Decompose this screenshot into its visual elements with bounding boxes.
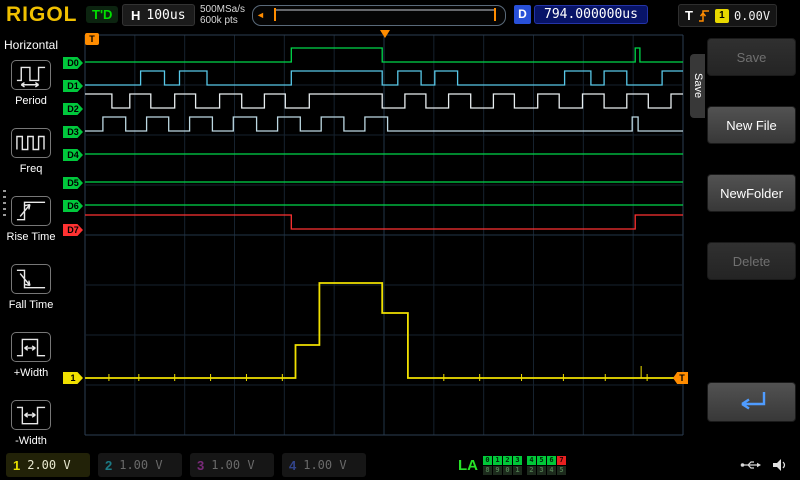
- minus-width-icon: [11, 400, 51, 430]
- system-icons: [740, 458, 788, 472]
- trigger-level-value: 0.00V: [734, 9, 770, 23]
- menu-item-fall-time[interactable]: Fall Time: [0, 264, 62, 311]
- timebase-value: 100us: [146, 8, 185, 23]
- la-channel-cell: 2: [527, 466, 536, 475]
- sample-rate-value: 500MSa/s: [200, 4, 245, 15]
- horizontal-timebase[interactable]: H 100us: [122, 4, 195, 26]
- usb-icon: [740, 459, 762, 471]
- la-channel-cell: 3: [513, 456, 522, 465]
- softkey-menu: Save Save New File NewFolder Delete: [688, 30, 800, 450]
- memory-depth-value: 600k pts: [200, 15, 245, 26]
- logic-analyzer-badge[interactable]: LA 01234567 89012345: [458, 456, 566, 475]
- menu-item-label: -Width: [0, 435, 62, 447]
- speaker-icon[interactable]: [772, 458, 788, 472]
- la-channels-high: 89012345: [483, 466, 566, 475]
- channel-1-scale: 2.00 V: [27, 458, 70, 472]
- menu-item-label: +Width: [0, 367, 62, 379]
- la-channel-cell: 8: [483, 466, 492, 475]
- memory-preview[interactable]: ◄: [252, 5, 506, 26]
- t-label: T: [685, 8, 693, 23]
- trigger-time-marker[interactable]: T: [85, 33, 99, 45]
- trigger-source-badge: 1: [715, 9, 729, 23]
- la-channel-cell: 0: [503, 466, 512, 475]
- trigger-status-badge: T'D: [86, 6, 118, 23]
- menu-item-plus-width[interactable]: +Width: [0, 332, 62, 379]
- d-label: D: [514, 5, 531, 24]
- delay-value: 794.000000us: [534, 5, 648, 24]
- period-icon: [11, 60, 51, 90]
- back-button[interactable]: [707, 382, 796, 422]
- menu-tab-save: Save: [690, 54, 705, 118]
- freq-icon: [11, 128, 51, 158]
- h-label: H: [131, 8, 140, 23]
- preview-waveform-strip: [261, 6, 501, 24]
- menu-item-label: Fall Time: [0, 299, 62, 311]
- la-channel-cell: 1: [513, 466, 522, 475]
- la-channels-low: 01234567: [483, 456, 566, 465]
- measure-menu: Horizontal Period Freq Rise Time Fall Ti: [0, 30, 62, 450]
- channel-3-badge[interactable]: 3 1.00 V: [190, 453, 274, 477]
- menu-item-label: Period: [0, 95, 62, 107]
- channel-2-number: 2: [105, 458, 112, 473]
- delay-readout: D 794.000000us: [514, 5, 648, 24]
- status-bar: RIGOL T'D H 100us 500MSa/s 600k pts ◄ D …: [0, 0, 800, 30]
- menu-item-label: Rise Time: [0, 231, 62, 243]
- la-channel-cell: 6: [547, 456, 556, 465]
- menu-item-freq[interactable]: Freq: [0, 128, 62, 175]
- waveform-display: T T D0D1D2D3D4D5D6D71: [62, 30, 688, 450]
- menu-item-minus-width[interactable]: -Width: [0, 400, 62, 447]
- channel-3-number: 3: [197, 458, 204, 473]
- rising-edge-icon: [698, 8, 710, 24]
- rise-time-icon: [11, 196, 51, 226]
- rigol-logo: RIGOL: [6, 3, 78, 27]
- oscilloscope-screen: RIGOL T'D H 100us 500MSa/s 600k pts ◄ D …: [0, 0, 800, 480]
- channel-2-scale: 1.00 V: [119, 458, 162, 472]
- channel-4-badge[interactable]: 4 1.00 V: [282, 453, 366, 477]
- new-folder-button[interactable]: NewFolder: [707, 174, 796, 212]
- channel-3-scale: 1.00 V: [211, 458, 254, 472]
- la-channel-cell: 3: [537, 466, 546, 475]
- channel-1-badge[interactable]: 1 2.00 V: [6, 453, 90, 477]
- channel-4-scale: 1.00 V: [303, 458, 346, 472]
- la-channel-cell: 1: [493, 456, 502, 465]
- la-label: LA: [458, 457, 478, 474]
- la-channel-cell: 4: [527, 456, 536, 465]
- delete-button[interactable]: Delete: [707, 242, 796, 280]
- plus-width-icon: [11, 332, 51, 362]
- menu-item-period[interactable]: Period: [0, 60, 62, 107]
- trigger-readout[interactable]: T 1 0.00V: [678, 4, 777, 27]
- la-channel-cell: 7: [557, 456, 566, 465]
- waveform-canvas: [62, 30, 688, 450]
- channel-4-number: 4: [289, 458, 296, 473]
- la-channel-cell: 2: [503, 456, 512, 465]
- la-channel-cell: 5: [557, 466, 566, 475]
- channel-1-number: 1: [13, 458, 20, 473]
- menu-item-rise-time[interactable]: Rise Time: [0, 196, 62, 243]
- channel-2-badge[interactable]: 2 1.00 V: [98, 453, 182, 477]
- trigger-position-marker[interactable]: [380, 30, 390, 38]
- sample-rate-readout: 500MSa/s 600k pts: [200, 4, 245, 26]
- la-channel-cell: 4: [547, 466, 556, 475]
- la-channel-cell: 0: [483, 456, 492, 465]
- la-channel-cell: 9: [493, 466, 502, 475]
- measure-menu-title: Horizontal: [0, 30, 62, 52]
- channel-status-bar: 1 2.00 V 2 1.00 V 3 1.00 V 4 1.00 V LA 0…: [0, 450, 800, 480]
- menu-item-label: Freq: [0, 163, 62, 175]
- la-channel-cell: 5: [537, 456, 546, 465]
- fall-time-icon: [11, 264, 51, 294]
- save-button[interactable]: Save: [707, 38, 796, 76]
- return-arrow-icon: [728, 387, 776, 415]
- new-file-button[interactable]: New File: [707, 106, 796, 144]
